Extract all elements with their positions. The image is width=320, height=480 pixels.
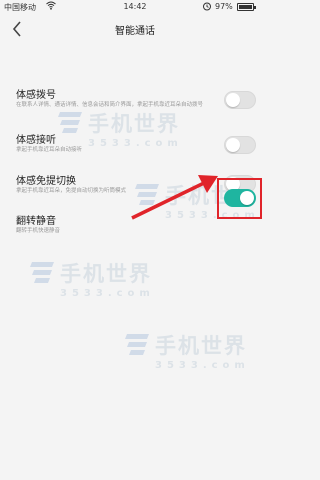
watermark-text: 手机世界: [155, 334, 247, 358]
gesture-dial-toggle[interactable]: [224, 91, 256, 109]
arrow-annotation-icon: [131, 175, 218, 220]
setting-row-gesture-dial: 体感拨号 在联系人详情、通话详情、信息会话和简介界面，拿起手机靠近耳朵自动拨号: [0, 86, 270, 130]
status-bar: 中国移动 14:42 97%: [0, 0, 270, 14]
watermark-logo-icon: [125, 334, 149, 355]
setting-description: 在联系人详情、通话详情、信息会话和简介界面，拿起手机靠近耳朵自动拨号: [16, 102, 204, 108]
battery-percent: 97%: [215, 2, 233, 11]
battery-icon: [237, 3, 256, 11]
page-title: 智能通话: [115, 26, 155, 37]
setting-title: 体感免提切换: [16, 176, 76, 187]
watermark-text: 手机世界: [60, 262, 152, 286]
highlight-box: [217, 178, 262, 219]
toggle-knob: [226, 138, 240, 152]
setting-description: 拿起手机靠近耳朵自动接听: [16, 147, 83, 153]
watermark-number: 3533.com: [60, 288, 155, 299]
setting-title: 体感接听: [16, 135, 56, 146]
watermark: 手机世界 3533.com: [125, 330, 250, 371]
nav-bar: 智能通话: [0, 14, 270, 44]
setting-row-gesture-answer: 体感接听 拿起手机靠近耳朵自动接听: [0, 131, 270, 175]
gesture-answer-toggle[interactable]: [224, 136, 256, 154]
watermark-number: 3533.com: [155, 360, 250, 371]
setting-title: 翻转静音: [16, 216, 56, 227]
setting-description: 翻转手机快速静音: [16, 228, 61, 234]
watermark: 手机世界 3533.com: [30, 258, 155, 299]
alarm-icon: [203, 2, 211, 11]
setting-title: 体感拨号: [16, 90, 56, 101]
watermark-logo-icon: [30, 262, 54, 283]
toggle-knob: [226, 93, 240, 107]
